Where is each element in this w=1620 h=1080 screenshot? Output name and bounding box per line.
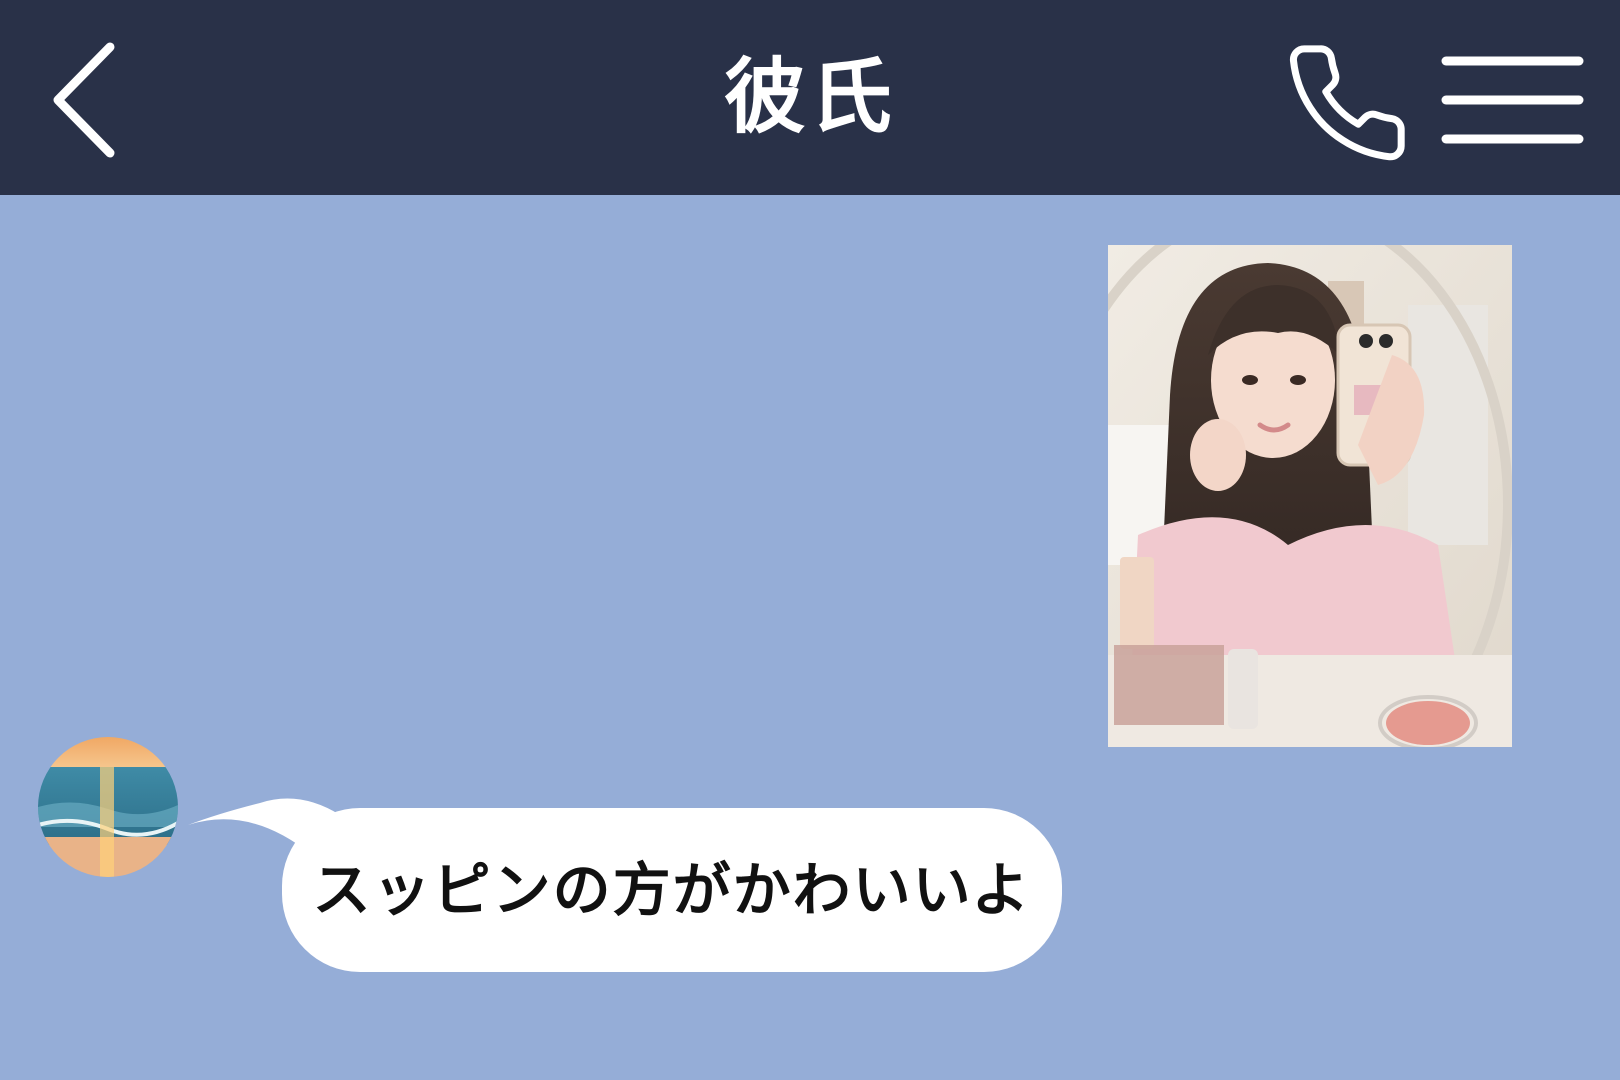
mirror-selfie-photo [1108, 245, 1512, 747]
chat-area[interactable]: スッピンの方がかわいいよ [0, 195, 1620, 1080]
sent-photo-message[interactable] [1108, 245, 1512, 747]
sunset-ocean-avatar-image [38, 737, 178, 877]
hamburger-menu-icon [1441, 56, 1584, 144]
partner-avatar[interactable] [38, 737, 178, 877]
call-button[interactable] [1282, 38, 1412, 168]
back-button[interactable] [40, 35, 130, 165]
received-message-bubble[interactable]: スッピンの方がかわいいよ [282, 808, 1062, 972]
message-text: スッピンの方がかわいいよ [312, 856, 1032, 924]
chevron-left-icon [53, 42, 115, 158]
chat-header: 彼氏 [0, 0, 1620, 195]
phone-icon [1289, 45, 1405, 161]
menu-button[interactable] [1440, 50, 1585, 150]
